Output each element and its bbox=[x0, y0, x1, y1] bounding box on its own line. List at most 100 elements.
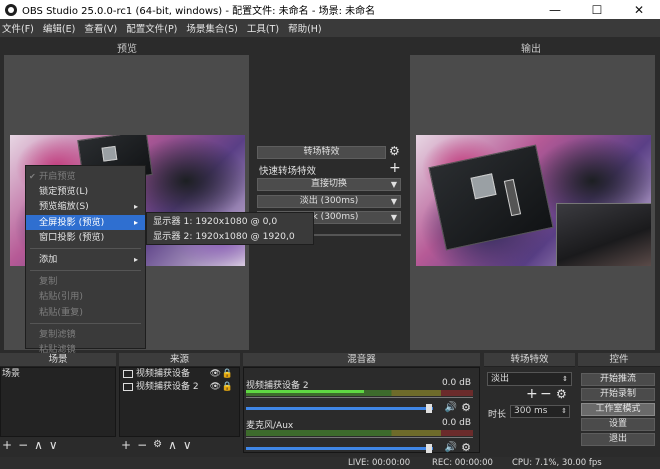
submenu-arrow-icon: ▸ bbox=[133, 254, 138, 264]
channel-gear-icon[interactable]: ⚙ bbox=[461, 401, 471, 414]
exit-button[interactable]: 退出 bbox=[581, 433, 655, 446]
menu-edit[interactable]: 编辑(E) bbox=[43, 21, 75, 35]
quick-transition-fade[interactable]: 淡出 (300ms) ▼ bbox=[257, 195, 401, 208]
add-source-plus-icon[interactable]: + bbox=[121, 438, 131, 452]
transitions-dock: 转场特效 淡出 ⇕ + − ⚙ 时长 300 ms ⇕ bbox=[484, 353, 575, 453]
check-icon: ✔ bbox=[29, 172, 36, 181]
lock-icon[interactable]: 🔒 bbox=[222, 381, 233, 394]
monitor-2-item[interactable]: 显示器 2: 1920x1080 @ 1920,0 bbox=[147, 230, 313, 245]
volume-slider[interactable] bbox=[246, 407, 433, 410]
start-recording-button[interactable]: 开始录制 bbox=[581, 388, 655, 401]
visibility-eye-icon[interactable]: 👁 bbox=[210, 368, 221, 381]
duration-label: 时长 bbox=[488, 410, 507, 420]
live-timer: LIVE: 00:00:00 bbox=[348, 458, 411, 468]
context-menu-item-label: 窗口投影 (预览) bbox=[39, 231, 105, 243]
volume-slider-handle[interactable] bbox=[426, 404, 432, 413]
title-bar: OBS Studio 25.0.0-rc1 (64-bit, windows) … bbox=[0, 0, 660, 19]
chevron-down-icon: ▼ bbox=[390, 197, 397, 206]
menu-profile[interactable]: 配置文件(P) bbox=[126, 21, 177, 35]
scenes-toolbar: + − ∧ ∨ bbox=[0, 437, 116, 453]
start-streaming-button[interactable]: 开始推流 bbox=[581, 373, 655, 386]
context-menu-item: ✔ 开启预览 bbox=[26, 169, 145, 184]
menu-help[interactable]: 帮助(H) bbox=[288, 21, 322, 35]
transitions-header: 转场特效 bbox=[484, 353, 575, 367]
menu-scene-collection[interactable]: 场景集合(S) bbox=[186, 21, 237, 35]
context-menu-item-label: 预览缩放(S) bbox=[39, 201, 89, 213]
context-menu-item[interactable]: 锁定预览(L) bbox=[26, 184, 145, 199]
context-menu-item-label: 复制 bbox=[39, 276, 58, 288]
mixer-header: 混音器 bbox=[243, 353, 480, 367]
menu-separator bbox=[30, 322, 141, 324]
context-menu-item-label: 复制滤镜 bbox=[39, 328, 76, 340]
context-menu-item[interactable]: 窗口投影 (预览) bbox=[26, 230, 145, 245]
cut-label: 直接切换 bbox=[310, 179, 347, 189]
settings-button[interactable]: 设置 bbox=[581, 418, 655, 431]
chevron-updown-icon: ⇕ bbox=[562, 375, 568, 383]
move-up-icon[interactable]: ∧ bbox=[34, 438, 43, 452]
submenu-arrow-icon: ▸ bbox=[133, 202, 138, 212]
move-up-icon[interactable]: ∧ bbox=[168, 438, 177, 452]
scenes-list[interactable]: 场景 bbox=[0, 367, 116, 437]
volume-slider[interactable] bbox=[246, 447, 433, 450]
add-quick-transition-plus-icon[interactable]: + bbox=[389, 160, 401, 176]
monitor-1-item[interactable]: 显示器 1: 1920x1080 @ 0,0 bbox=[147, 215, 313, 230]
minimize-button[interactable]: — bbox=[534, 0, 576, 19]
menu-tools[interactable]: 工具(T) bbox=[247, 21, 279, 35]
scene-item[interactable]: 场景 bbox=[1, 368, 115, 380]
add-transition-plus-icon[interactable]: + bbox=[526, 386, 538, 402]
menu-view[interactable]: 查看(V) bbox=[84, 21, 117, 35]
transition-button[interactable]: 转场特效 bbox=[257, 146, 386, 159]
context-menu-item-label: 添加 bbox=[39, 253, 58, 265]
context-menu-item[interactable]: 预览缩放(S) ▸ bbox=[26, 199, 145, 214]
context-menu-item: 复制滤镜 bbox=[26, 327, 145, 342]
transition-settings-gear-icon[interactable]: ⚙ bbox=[389, 144, 400, 158]
preview-context-menu: ✔ 开启预览 锁定预览(L) 预览缩放(S) ▸ 全屏投影 (预览) ▸ 窗口投影 (预览) 添… bbox=[25, 165, 146, 355]
remove-source-minus-icon[interactable]: − bbox=[137, 438, 147, 452]
source-item[interactable]: 视频捕获设备 👁 🔒 bbox=[120, 368, 239, 381]
source-properties-gear-icon[interactable]: ⚙ bbox=[153, 438, 162, 452]
status-bar: LIVE: 00:00:00 REC: 00:00:00 CPU: 7.1%, … bbox=[0, 457, 660, 469]
transition-properties-gear-icon[interactable]: ⚙ bbox=[556, 387, 567, 401]
sources-list[interactable]: 视频捕获设备 👁 🔒 视频捕获设备 2 👁 🔒 bbox=[119, 367, 240, 437]
video-capture-icon bbox=[123, 370, 133, 378]
maximize-button[interactable]: ☐ bbox=[576, 0, 618, 19]
context-menu-item-label: 粘贴(引用) bbox=[39, 291, 83, 303]
volume-slider-handle[interactable] bbox=[426, 444, 432, 453]
quick-transition-cut[interactable]: 直接切换 ▼ bbox=[257, 178, 401, 191]
context-menu-item-label: 粘贴(重复) bbox=[39, 306, 83, 318]
fullscreen-projector-submenu: 显示器 1: 1920x1080 @ 0,0 显示器 2: 1920x1080 … bbox=[146, 212, 314, 245]
chevron-updown-icon: ⇕ bbox=[561, 407, 567, 415]
context-menu-item[interactable]: 全屏投影 (预览) ▸ bbox=[26, 214, 145, 230]
close-button[interactable]: ✕ bbox=[618, 0, 660, 19]
remove-transition-minus-icon[interactable]: − bbox=[540, 386, 552, 402]
context-menu-item-label: 全屏投影 (预览) bbox=[39, 216, 105, 228]
mixer-body: 视频捕获设备 2 0.0 dB 🔊 ⚙ 麦克风/Aux 0.0 dB 🔊 ⚙ bbox=[243, 367, 480, 454]
remove-scene-minus-icon[interactable]: − bbox=[18, 438, 28, 452]
duration-spinbox[interactable]: 300 ms ⇕ bbox=[510, 405, 570, 418]
menu-separator bbox=[30, 270, 141, 272]
speaker-icon[interactable]: 🔊 bbox=[445, 442, 457, 453]
speaker-icon[interactable]: 🔊 bbox=[445, 402, 457, 413]
audio-mixer-dock: 混音器 视频捕获设备 2 0.0 dB 🔊 ⚙ 麦克风/Aux 0.0 dB 🔊… bbox=[243, 353, 480, 454]
volume-meter bbox=[246, 430, 473, 436]
context-menu-item: 复制 bbox=[26, 274, 145, 289]
meter-scale bbox=[246, 437, 473, 442]
visibility-eye-icon[interactable]: 👁 bbox=[210, 381, 221, 394]
channel-gear-icon[interactable]: ⚙ bbox=[461, 441, 471, 454]
transition-select[interactable]: 淡出 ⇕ bbox=[487, 372, 572, 386]
lock-icon[interactable]: 🔒 bbox=[222, 368, 233, 381]
source-item-label: 视频捕获设备 bbox=[136, 369, 191, 379]
add-scene-plus-icon[interactable]: + bbox=[2, 438, 12, 452]
studio-mode-button[interactable]: 工作室模式 bbox=[581, 403, 655, 416]
controls-header: 控件 bbox=[578, 353, 660, 367]
move-down-icon[interactable]: ∨ bbox=[183, 438, 192, 452]
fade-label: 淡出 (300ms) bbox=[299, 196, 359, 206]
sources-toolbar: + − ⚙ ∧ ∨ bbox=[119, 437, 240, 453]
context-menu-item: 粘贴(引用) bbox=[26, 289, 145, 304]
move-down-icon[interactable]: ∨ bbox=[49, 438, 58, 452]
context-menu-item: 粘贴(重复) bbox=[26, 305, 145, 320]
submenu-arrow-icon: ▸ bbox=[133, 217, 138, 227]
source-item[interactable]: 视频捕获设备 2 👁 🔒 bbox=[120, 381, 239, 394]
menu-file[interactable]: 文件(F) bbox=[2, 21, 34, 35]
context-menu-item[interactable]: 添加 ▸ bbox=[26, 252, 145, 267]
